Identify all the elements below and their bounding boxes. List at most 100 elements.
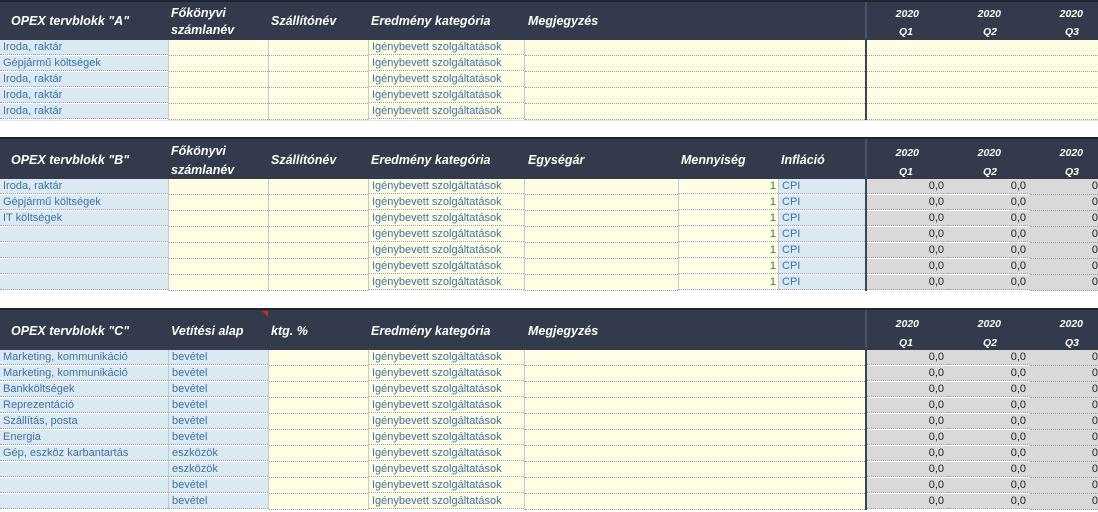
eredmeny-cell[interactable]: Igénybevett szolgáltatások	[369, 382, 524, 397]
row-name-cell[interactable]: Gép, eszköz karbantartás	[0, 446, 168, 461]
egysegar-cell[interactable]	[525, 275, 678, 291]
eredmeny-cell[interactable]: Igénybevett szolgáltatások	[369, 478, 524, 493]
vetitesi-alap-cell[interactable]: bevétel	[169, 350, 268, 365]
eredmeny-cell[interactable]: Igénybevett szolgáltatások	[369, 88, 524, 103]
eredmeny-cell[interactable]: Igénybevett szolgáltatások	[369, 40, 524, 55]
szallito-cell[interactable]	[269, 195, 368, 211]
vetitesi-alap-cell[interactable]: bevétel	[169, 382, 268, 397]
mennyiseg-cell[interactable]: 1	[679, 259, 778, 274]
row-name-cell[interactable]: Iroda, raktár	[0, 179, 168, 194]
inflacio-cell[interactable]: CPI	[779, 179, 865, 194]
megjegyzes-cell[interactable]	[525, 40, 865, 56]
eredmeny-cell[interactable]: Igénybevett szolgáltatások	[369, 446, 524, 461]
fokonyvi-cell[interactable]	[169, 40, 268, 56]
megjegyzes-cell[interactable]	[525, 382, 865, 398]
megjegyzes-cell[interactable]	[525, 462, 865, 478]
eredmeny-cell[interactable]: Igénybevett szolgáltatások	[369, 104, 524, 119]
ktg-szazalek-cell[interactable]	[269, 462, 368, 478]
megjegyzes-cell[interactable]	[525, 350, 865, 366]
egysegar-cell[interactable]	[525, 179, 678, 195]
fokonyvi-cell[interactable]	[169, 259, 268, 275]
fokonyvi-cell[interactable]	[169, 88, 268, 104]
row-name-cell[interactable]: Marketing, kommunikáció	[0, 366, 168, 381]
vetitesi-alap-cell[interactable]: bevétel	[169, 398, 268, 413]
megjegyzes-cell[interactable]	[525, 414, 865, 430]
mennyiseg-cell[interactable]: 1	[679, 243, 778, 258]
szallito-cell[interactable]	[269, 275, 368, 291]
inflacio-cell[interactable]: CPI	[779, 275, 865, 290]
ktg-szazalek-cell[interactable]	[269, 414, 368, 430]
mennyiseg-cell[interactable]: 1	[679, 179, 778, 194]
inflacio-cell[interactable]: CPI	[779, 211, 865, 226]
szallito-cell[interactable]	[269, 179, 368, 195]
megjegyzes-cell[interactable]	[525, 446, 865, 462]
ktg-szazalek-cell[interactable]	[269, 366, 368, 382]
row-name-cell[interactable]	[0, 259, 168, 274]
fokonyvi-cell[interactable]	[169, 179, 268, 195]
row-name-cell[interactable]	[0, 494, 168, 509]
ktg-szazalek-cell[interactable]	[269, 446, 368, 462]
row-name-cell[interactable]	[0, 462, 168, 477]
szallito-cell[interactable]	[269, 56, 368, 72]
eredmeny-cell[interactable]: Igénybevett szolgáltatások	[369, 56, 524, 71]
quarter-values-cell[interactable]	[867, 56, 1098, 72]
eredmeny-cell[interactable]: Igénybevett szolgáltatások	[369, 430, 524, 445]
fokonyvi-cell[interactable]	[169, 72, 268, 88]
egysegar-cell[interactable]	[525, 259, 678, 275]
fokonyvi-cell[interactable]	[169, 243, 268, 259]
szallito-cell[interactable]	[269, 104, 368, 120]
row-name-cell[interactable]: Energia	[0, 430, 168, 445]
fokonyvi-cell[interactable]	[169, 56, 268, 72]
quarter-values-cell[interactable]	[867, 88, 1098, 104]
fokonyvi-cell[interactable]	[169, 275, 268, 291]
mennyiseg-cell[interactable]: 1	[679, 211, 778, 226]
quarter-values-cell[interactable]	[867, 104, 1098, 120]
szallito-cell[interactable]	[269, 227, 368, 243]
row-name-cell[interactable]: IT költségek	[0, 211, 168, 226]
eredmeny-cell[interactable]: Igénybevett szolgáltatások	[369, 259, 524, 274]
quarter-values-cell[interactable]	[867, 40, 1098, 56]
row-name-cell[interactable]: Iroda, raktár	[0, 72, 168, 87]
row-name-cell[interactable]: Marketing, kommunikáció	[0, 350, 168, 365]
megjegyzes-cell[interactable]	[525, 430, 865, 446]
megjegyzes-cell[interactable]	[525, 478, 865, 494]
row-name-cell[interactable]	[0, 478, 168, 493]
eredmeny-cell[interactable]: Igénybevett szolgáltatások	[369, 414, 524, 429]
egysegar-cell[interactable]	[525, 243, 678, 259]
inflacio-cell[interactable]: CPI	[779, 259, 865, 274]
inflacio-cell[interactable]: CPI	[779, 227, 865, 242]
vetitesi-alap-cell[interactable]: bevétel	[169, 478, 268, 493]
eredmeny-cell[interactable]: Igénybevett szolgáltatások	[369, 350, 524, 365]
inflacio-cell[interactable]: CPI	[779, 243, 865, 258]
row-name-cell[interactable]: Gépjármű költségek	[0, 56, 168, 71]
vetitesi-alap-cell[interactable]: bevétel	[169, 366, 268, 381]
megjegyzes-cell[interactable]	[525, 366, 865, 382]
fokonyvi-cell[interactable]	[169, 195, 268, 211]
comment-indicator-icon[interactable]	[262, 311, 268, 317]
fokonyvi-cell[interactable]	[169, 211, 268, 227]
fokonyvi-cell[interactable]	[169, 227, 268, 243]
eredmeny-cell[interactable]: Igénybevett szolgáltatások	[369, 179, 524, 194]
row-name-cell[interactable]: Szállítás, posta	[0, 414, 168, 429]
ktg-szazalek-cell[interactable]	[269, 494, 368, 510]
row-name-cell[interactable]: Bankköltségek	[0, 382, 168, 397]
szallito-cell[interactable]	[269, 243, 368, 259]
fokonyvi-cell[interactable]	[169, 104, 268, 120]
eredmeny-cell[interactable]: Igénybevett szolgáltatások	[369, 72, 524, 87]
ktg-szazalek-cell[interactable]	[269, 382, 368, 398]
megjegyzes-cell[interactable]	[525, 72, 865, 88]
row-name-cell[interactable]: Iroda, raktár	[0, 40, 168, 55]
eredmeny-cell[interactable]: Igénybevett szolgáltatások	[369, 211, 524, 226]
ktg-szazalek-cell[interactable]	[269, 430, 368, 446]
szallito-cell[interactable]	[269, 259, 368, 275]
eredmeny-cell[interactable]: Igénybevett szolgáltatások	[369, 195, 524, 210]
inflacio-cell[interactable]: CPI	[779, 195, 865, 210]
szallito-cell[interactable]	[269, 72, 368, 88]
row-name-cell[interactable]	[0, 227, 168, 242]
egysegar-cell[interactable]	[525, 195, 678, 211]
vetitesi-alap-cell[interactable]: bevétel	[169, 494, 268, 509]
ktg-szazalek-cell[interactable]	[269, 398, 368, 414]
vetitesi-alap-cell[interactable]: eszközök	[169, 462, 268, 477]
row-name-cell[interactable]	[0, 243, 168, 258]
vetitesi-alap-cell[interactable]: bevétel	[169, 430, 268, 445]
